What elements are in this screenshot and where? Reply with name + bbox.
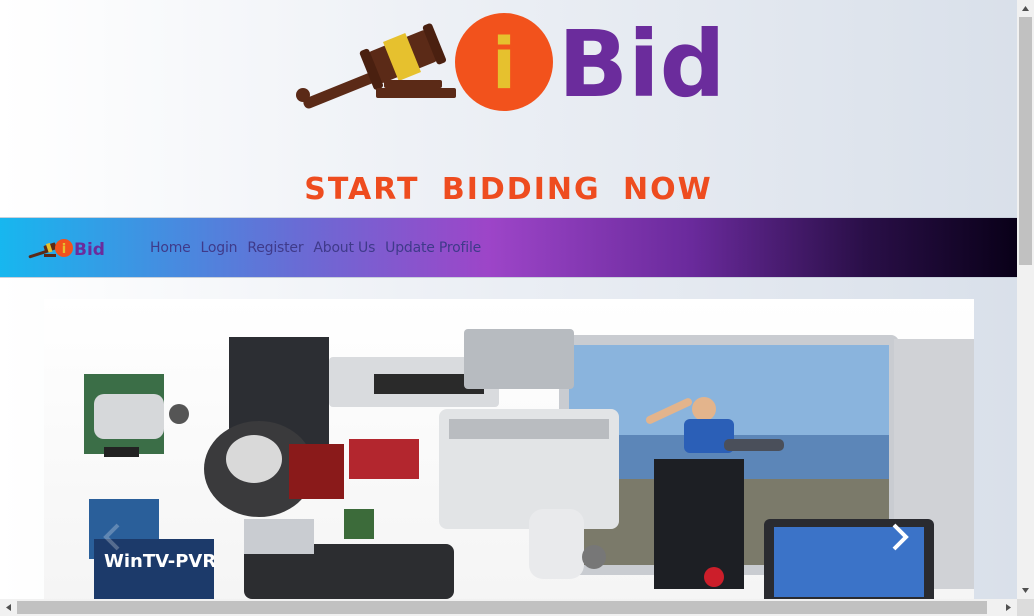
svg-text:WinTV-PVR: WinTV-PVR xyxy=(104,551,216,572)
hero-logo: i Bid xyxy=(296,12,726,116)
carousel-prev-icon[interactable] xyxy=(98,521,126,553)
scroll-up-arrow-icon[interactable] xyxy=(1017,0,1034,17)
logo-letter: i xyxy=(492,23,516,105)
vertical-scroll-thumb[interactable] xyxy=(1019,17,1032,265)
vertical-scrollbar[interactable] xyxy=(1017,0,1034,599)
nav-about-link[interactable]: About Us xyxy=(313,240,375,256)
scroll-right-arrow-icon[interactable] xyxy=(1000,599,1017,616)
scroll-down-arrow-icon[interactable] xyxy=(1017,582,1034,599)
svg-text:i: i xyxy=(62,242,66,257)
carousel: WinTV-PVR xyxy=(44,299,974,599)
horizontal-scrollbar[interactable] xyxy=(0,599,1017,616)
scrollbar-corner xyxy=(1017,599,1034,616)
nav-update-profile-link[interactable]: Update Profile xyxy=(385,240,481,256)
horizontal-scroll-thumb[interactable] xyxy=(17,601,987,614)
tagline: START BIDDING NOW xyxy=(304,172,713,207)
nav-brand-logo[interactable]: i Bid xyxy=(26,235,106,261)
logo-wordmark: Bid xyxy=(558,12,726,116)
carousel-image: WinTV-PVR xyxy=(84,329,974,599)
scroll-left-arrow-icon[interactable] xyxy=(0,599,17,616)
nav-register-link[interactable]: Register xyxy=(247,240,303,256)
nav-login-link[interactable]: Login xyxy=(201,240,238,256)
carousel-next-icon[interactable] xyxy=(886,521,914,553)
page-viewport: i Bid START BIDDING NOW i Bid Home Login… xyxy=(0,0,1017,599)
nav-links: Home Login Register About Us Update Prof… xyxy=(150,218,481,277)
navbar: i Bid Home Login Register About Us Updat… xyxy=(0,217,1017,278)
nav-home-link[interactable]: Home xyxy=(150,240,191,256)
svg-text:Bid: Bid xyxy=(74,240,105,260)
gavel-icon xyxy=(296,23,456,109)
